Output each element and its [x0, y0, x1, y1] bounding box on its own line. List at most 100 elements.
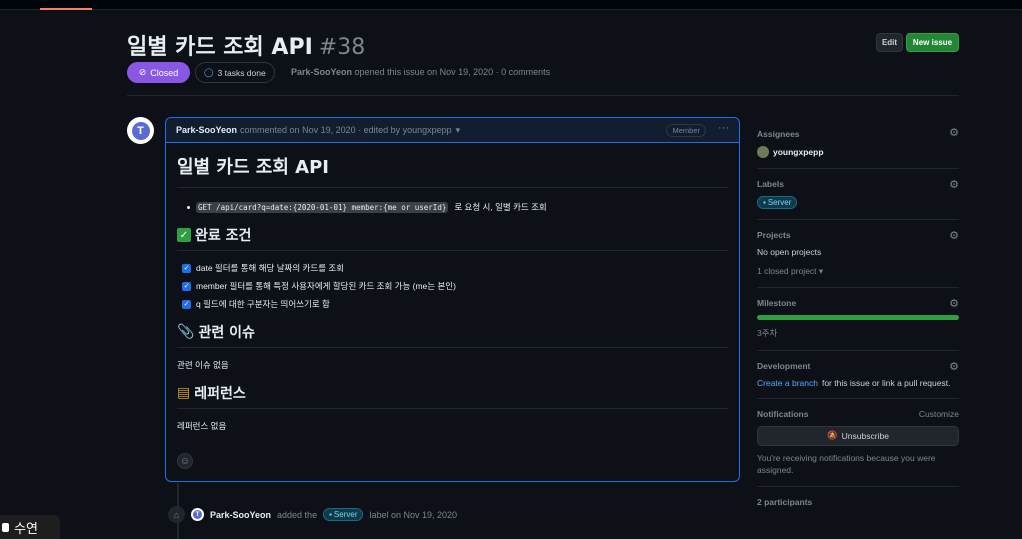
label-text: Server — [333, 510, 358, 519]
done-heading-text: 완료 조건 — [195, 228, 252, 244]
task-item[interactable]: ✓ member 필터를 통해 특정 사용자에게 할당된 카드 조회 가능 (me… — [177, 280, 728, 292]
assignee-entry[interactable]: youngxpepp — [757, 146, 959, 158]
unsubscribe-label: Unsubscribe — [841, 430, 889, 441]
notification-reason: You're receiving notifications because y… — [757, 452, 936, 475]
closed-state-badge: ⊘ Closed — [127, 62, 190, 83]
issue-title: 일별 카드 조회 API #38 — [127, 29, 365, 61]
milestone-value[interactable]: 3주차 — [757, 327, 959, 339]
comment-header: Park-SooYeon commented on Nov 19, 2020 ·… — [166, 118, 739, 143]
assignee-name: youngxpepp — [773, 147, 824, 157]
header-divider — [127, 95, 959, 96]
comment-meta: commented on Nov 19, 2020 · edited by yo… — [240, 125, 452, 135]
issue-number: #38 — [318, 35, 366, 60]
refs-text: 레퍼런스 없음 — [177, 421, 227, 431]
development-title: Development — [757, 360, 811, 371]
checkbox-icon[interactable]: ✓ — [182, 263, 191, 273]
task-label: q 필드에 대한 구분자는 띄어쓰기로 함 — [196, 299, 330, 309]
development-text: Create a branch for this issue or link a … — [757, 378, 959, 388]
server-label-pill[interactable]: ▪ Server — [323, 508, 364, 521]
closed-projects-toggle[interactable]: 1 closed project ▾ — [757, 265, 959, 277]
comment-author-link[interactable]: Park-SooYeon — [176, 125, 237, 135]
sidebar-server-label[interactable]: ▪ Server — [757, 196, 798, 209]
paperclip-icon: 📎 — [177, 324, 195, 340]
tasks-label: 3 tasks done — [217, 67, 266, 78]
event-author-link[interactable]: Park-SooYeon — [210, 510, 271, 520]
customize-link[interactable]: Customize — [919, 409, 959, 419]
participants-section: 2 participants — [757, 487, 959, 524]
task-item[interactable]: ✓ q 필드에 대한 구분자는 띄어쓰기로 함 — [177, 298, 728, 310]
caption-text: 수연 — [14, 521, 38, 537]
new-issue-button[interactable]: New issue — [906, 33, 959, 52]
floppy-icon: ▪ — [763, 198, 766, 207]
projects-section: Projects ⚙ No open projects 1 closed pro… — [757, 220, 959, 289]
closed-check-icon: ⊘ — [138, 67, 147, 77]
checkbox-icon[interactable]: ✓ — [182, 281, 191, 291]
done-heading: ✓ 완료 조건 — [177, 225, 728, 251]
gear-icon[interactable]: ⚙ — [949, 126, 959, 139]
comment-heading: 일별 카드 조회 API — [177, 153, 728, 188]
more-options-button[interactable]: ··· — [718, 122, 729, 134]
milestone-title: Milestone — [757, 298, 797, 309]
video-caption: 수연 — [0, 515, 60, 539]
add-reaction-smiley-icon[interactable]: ☺ — [177, 453, 193, 469]
task-label: member 필터를 통해 특정 사용자에게 할당된 카드 조회 가능 (me는… — [196, 281, 456, 291]
refs-heading: ▤ 레퍼런스 — [177, 383, 728, 409]
api-bullet: GET /api/card?q=date:{2020-01-01} member… — [177, 201, 728, 213]
bell-slash-icon: 🔕 — [827, 430, 838, 441]
related-text: 관련 이슈 없음 — [177, 360, 229, 370]
active-tab-indicator — [40, 8, 92, 10]
event-avatar[interactable]: T — [191, 508, 204, 521]
member-badge: Member — [666, 124, 706, 137]
author-avatar[interactable]: T — [127, 117, 154, 144]
gear-icon[interactable]: ⚙ — [949, 178, 959, 191]
issue-sidebar: Assignees ⚙ youngxpepp Labels ⚙ ▪ Server … — [757, 117, 959, 524]
closed-project-text: 1 closed project — [757, 266, 817, 276]
caption-icon — [2, 522, 9, 532]
issue-meta: Park-SooYeon opened this issue on Nov 19… — [291, 67, 550, 77]
participants-title: 2 participants — [757, 497, 813, 508]
chevron-down-icon: ▾ — [818, 266, 824, 276]
tasks-done-badge[interactable]: ◯ 3 tasks done — [195, 62, 275, 83]
labels-section: Labels ⚙ ▪ Server — [757, 169, 959, 220]
assignee-avatar — [757, 146, 769, 158]
api-code: GET /api/card?q=date:{2020-01-01} member… — [196, 201, 449, 213]
sidebar-label-text: Server — [767, 198, 792, 207]
issue-opened-text: opened this issue on Nov 19, 2020 · 0 co… — [354, 67, 551, 77]
gear-icon[interactable]: ⚙ — [949, 229, 959, 242]
task-item[interactable]: ✓ date 필터를 통해 해당 날짜의 카드를 조회 — [177, 262, 728, 274]
related-heading-text: 관련 이슈 — [198, 325, 255, 341]
edit-button[interactable]: Edit — [876, 33, 903, 52]
issue-title-text: 일별 카드 조회 API — [127, 35, 313, 60]
labels-title: Labels — [757, 179, 784, 189]
unsubscribe-button[interactable]: 🔕 Unsubscribe — [757, 425, 959, 446]
projects-title: Projects — [757, 230, 791, 240]
milestone-progress-bar — [757, 315, 959, 321]
issue-author-link[interactable]: Park-SooYeon — [291, 67, 352, 77]
tag-icon: ⌂ — [168, 506, 185, 523]
development-section: Development ⚙ Create a branch for this is… — [757, 351, 959, 399]
check-mark-icon: ✓ — [177, 228, 191, 242]
event-suffix: label on Nov 19, 2020 — [369, 509, 458, 520]
comment-body: 일별 카드 조회 API GET /api/card?q=date:{2020-… — [166, 143, 739, 442]
notifications-section: Notifications Customize 🔕 Unsubscribe You… — [757, 399, 959, 488]
projects-value: No open projects — [757, 247, 822, 257]
gear-icon[interactable]: ⚙ — [949, 360, 959, 373]
task-label: date 필터를 통해 해당 날짜의 카드를 조회 — [196, 263, 345, 273]
assignees-section: Assignees ⚙ youngxpepp — [757, 117, 959, 169]
issue-comment-card: Park-SooYeon commented on Nov 19, 2020 ·… — [165, 117, 740, 482]
development-desc: for this issue or link a pull request. — [821, 377, 951, 388]
refs-heading-text: 레퍼런스 — [194, 386, 246, 402]
checkbox-icon[interactable]: ✓ — [182, 299, 191, 309]
assignees-title: Assignees — [757, 129, 800, 139]
browser-top-strip — [0, 0, 1022, 10]
event-added-text: added the — [277, 509, 318, 520]
gear-icon[interactable]: ⚙ — [949, 297, 959, 310]
edit-history-caret-icon[interactable]: ▾ — [456, 125, 461, 136]
task-progress-icon: ◯ — [204, 67, 214, 77]
books-icon: ▤ — [177, 385, 191, 401]
floppy-icon: ▪ — [329, 510, 332, 519]
milestone-section: Milestone ⚙ 3주차 — [757, 288, 959, 351]
create-branch-link[interactable]: Create a branch — [757, 378, 818, 388]
state-label: Closed — [150, 67, 179, 78]
related-heading: 📎 관련 이슈 — [177, 322, 728, 348]
